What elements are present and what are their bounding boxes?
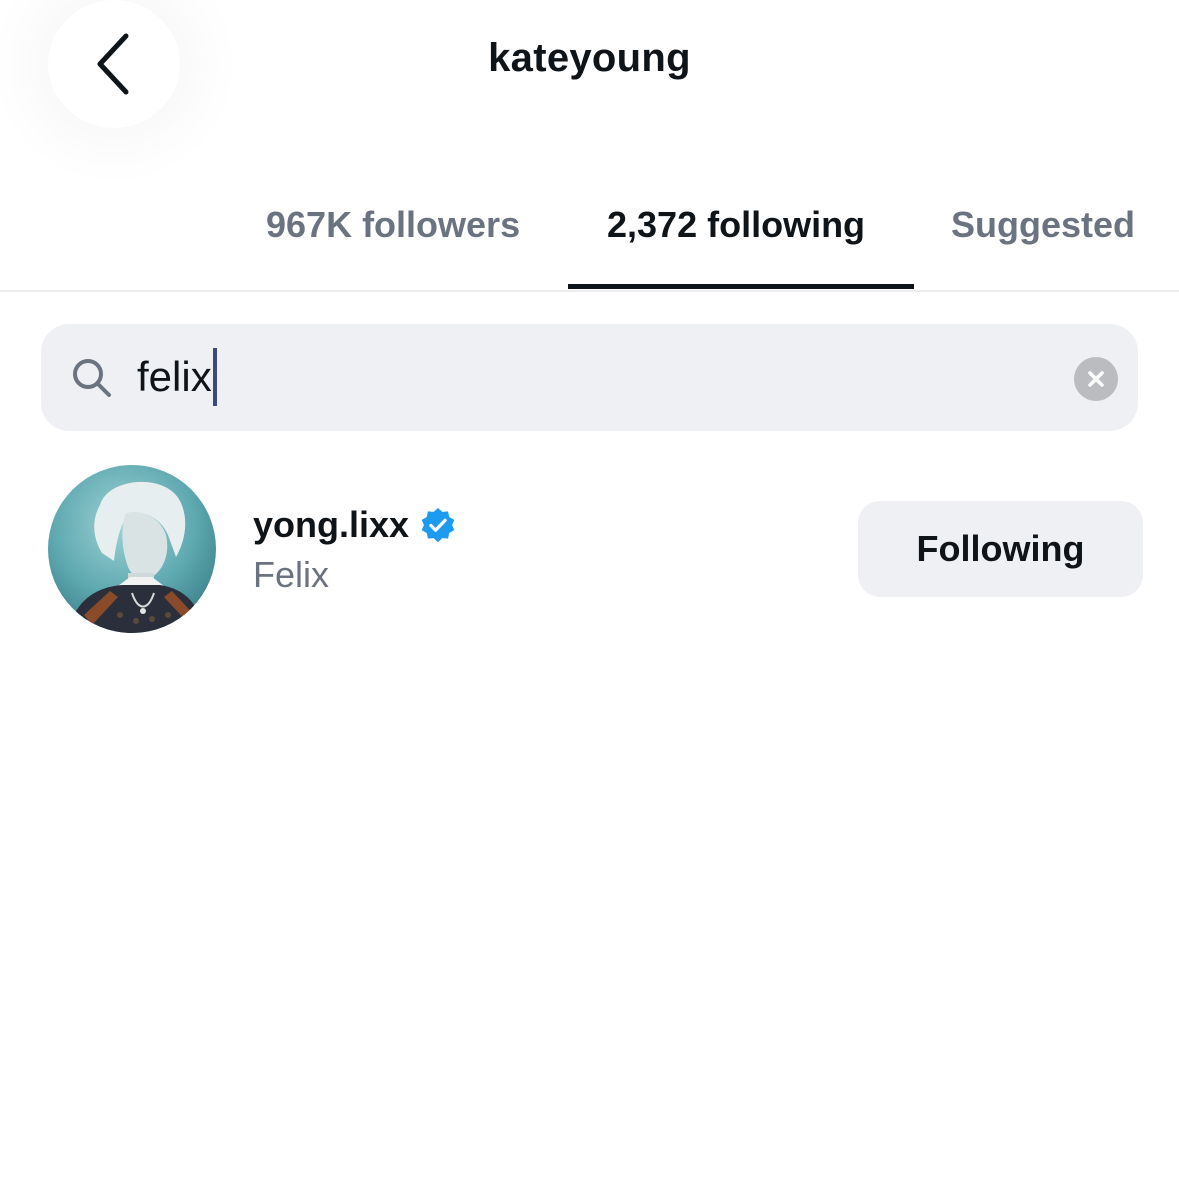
full-name: Felix	[253, 554, 330, 595]
search-input-value: felix	[137, 353, 212, 400]
search-icon	[73, 359, 111, 397]
clear-icon	[1088, 371, 1104, 387]
tab-bar: 967K followers 2,372 following Suggested	[0, 186, 1179, 290]
tab-suggested[interactable]: Suggested	[951, 204, 1135, 246]
avatar[interactable]	[48, 465, 216, 633]
tab-following[interactable]: 2,372 following	[607, 204, 865, 246]
verified-badge-icon	[421, 507, 455, 543]
text-cursor	[212, 348, 217, 406]
tab-followers[interactable]: 967K followers	[266, 204, 520, 246]
username-line[interactable]: yong.lixx	[253, 504, 457, 546]
search-input[interactable]: felix	[137, 348, 217, 406]
tab-divider	[0, 290, 1179, 292]
page-title: kateyoung	[488, 36, 691, 80]
clear-search-button[interactable]	[1074, 357, 1118, 401]
list-item[interactable]: yong.lixx Felix Following	[0, 460, 1179, 640]
active-tab-indicator	[568, 284, 914, 289]
following-button[interactable]: Following	[858, 501, 1143, 597]
search-bar[interactable]: felix	[41, 324, 1138, 431]
username: yong.lixx	[253, 504, 410, 545]
